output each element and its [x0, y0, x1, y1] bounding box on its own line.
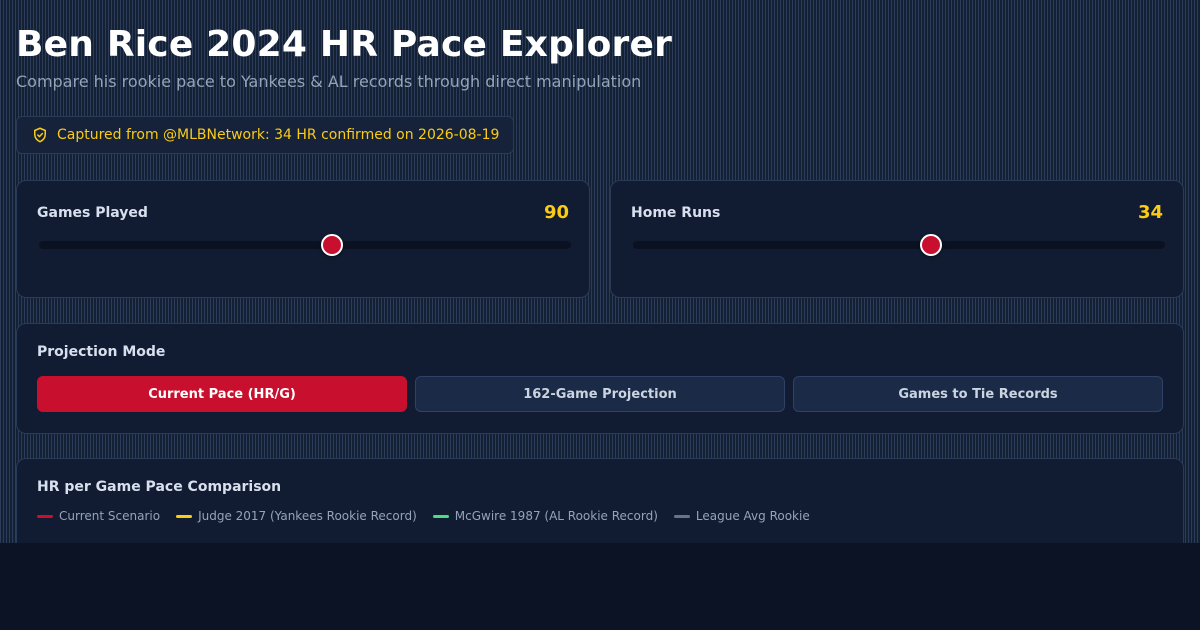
- games-played-card: Games Played 90: [16, 180, 590, 298]
- page-title: Ben Rice 2024 HR Pace Explorer: [16, 24, 673, 65]
- legend-swatch-league-avg-rookie: [673, 514, 690, 518]
- chart-legend: Current Scenario Judge 2017 (Yankees Roo…: [37, 509, 810, 523]
- projection-mode-label: Projection Mode: [37, 344, 166, 360]
- home-runs-label: Home Runs: [631, 205, 721, 221]
- home-runs-card: Home Runs 34: [610, 180, 1184, 298]
- legend-swatch-mcgwire-1987: [432, 514, 449, 518]
- shield-check-icon: [31, 126, 49, 144]
- legend-label: Current Scenario: [59, 509, 161, 523]
- chart-title: HR per Game Pace Comparison: [37, 479, 282, 495]
- home-runs-slider-thumb[interactable]: [919, 234, 942, 256]
- legend-swatch-current-scenario: [37, 514, 53, 518]
- legend-label: McGwire 1987 (AL Rookie Record): [454, 509, 658, 523]
- pace-comparison-card: HR per Game Pace Comparison Current Scen…: [16, 458, 1184, 543]
- page-footer-area: [0, 543, 1200, 630]
- home-runs-value: 34: [1137, 202, 1163, 223]
- games-played-value: 90: [543, 202, 569, 223]
- legend-item-judge-2017: Judge 2017 (Yankees Rookie Record): [176, 509, 417, 523]
- legend-item-mcgwire-1987: McGwire 1987 (AL Rookie Record): [432, 509, 658, 523]
- games-played-slider-thumb[interactable]: [320, 234, 343, 256]
- source-badge: Captured from @MLBNetwork: 34 HR confirm…: [16, 116, 515, 154]
- legend-label: League Avg Rookie: [695, 509, 810, 523]
- legend-item-league-avg-rookie: League Avg Rookie: [673, 509, 810, 523]
- legend-item-current-scenario: Current Scenario: [37, 509, 160, 523]
- app-root: Ben Rice 2024 HR Pace Explorer Compare h…: [0, 0, 1200, 543]
- mode-games-to-tie-records-button[interactable]: Games to Tie Records: [793, 376, 1163, 412]
- projection-mode-card: Projection Mode Current Pace (HR/G) 162-…: [16, 323, 1184, 434]
- mode-162-game-projection-button[interactable]: 162-Game Projection: [415, 376, 785, 412]
- games-played-slider[interactable]: [39, 234, 571, 256]
- page-subtitle: Compare his rookie pace to Yankees & AL …: [16, 72, 642, 91]
- legend-swatch-judge-2017: [176, 514, 193, 518]
- source-badge-text: Captured from @MLBNetwork: 34 HR confirm…: [57, 127, 500, 143]
- legend-label: Judge 2017 (Yankees Rookie Record): [198, 509, 417, 523]
- home-runs-slider[interactable]: [633, 234, 1165, 256]
- games-played-label: Games Played: [37, 205, 148, 221]
- mode-current-pace-button[interactable]: Current Pace (HR/G): [37, 376, 407, 412]
